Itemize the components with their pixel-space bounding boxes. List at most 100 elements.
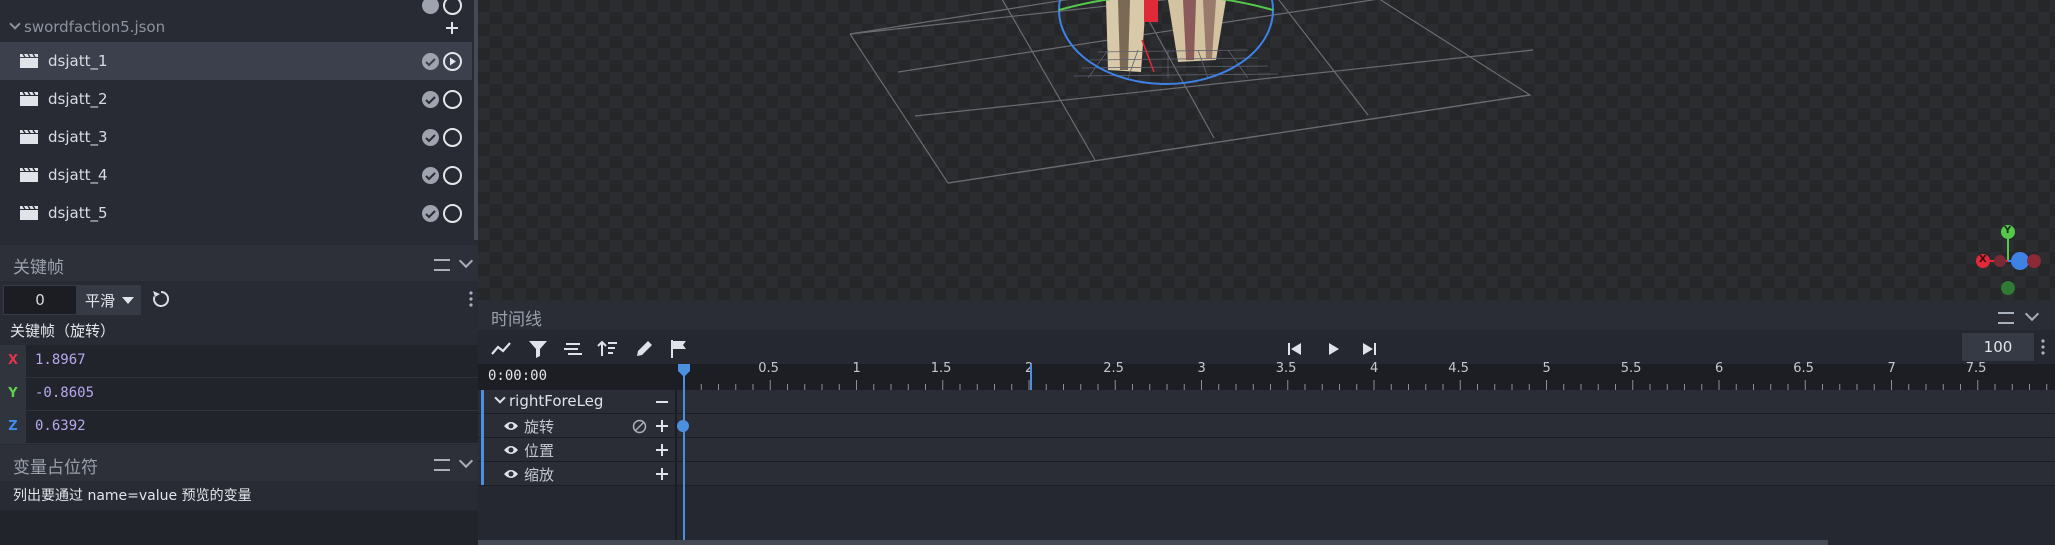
ruler-label: 1.5 — [930, 361, 952, 376]
viewport-scene — [478, 0, 2055, 300]
animation-file-name: swordfaction5.json — [24, 18, 166, 36]
ruler-label: 4.5 — [1448, 361, 1469, 376]
filter-icon[interactable] — [527, 338, 549, 360]
keyframe-marker[interactable] — [677, 420, 689, 432]
check-icon[interactable] — [422, 53, 439, 70]
playhead-line — [683, 366, 685, 545]
clapperboard-icon — [20, 54, 38, 68]
eye-icon[interactable] — [503, 420, 519, 432]
keyframe-panel-title: 关键帧 — [13, 258, 64, 278]
collapse-chevron-icon[interactable] — [458, 253, 474, 269]
play-toggle-icon[interactable] — [443, 166, 462, 185]
animation-row[interactable]: dsjatt_5 — [0, 194, 472, 232]
ruler-label: 2.5 — [1103, 361, 1124, 376]
bone-track-row[interactable]: rightForeLeg — [478, 390, 2055, 414]
check-icon[interactable] — [422, 91, 439, 108]
check-icon[interactable] — [422, 129, 439, 146]
reset-icon[interactable] — [151, 289, 171, 309]
play-toggle-icon[interactable] — [443, 0, 462, 15]
axis-value-y[interactable]: -0.8605 — [35, 385, 94, 401]
animation-file-header[interactable]: swordfaction5.json — [0, 14, 472, 42]
left-panel: swordfaction5.json dsjatt_1 dsjatt_2 dsj… — [0, 0, 478, 545]
variables-description: 列出要通过 name=value 预览的变量 — [13, 488, 252, 504]
ruler-label: 5 — [1542, 361, 1551, 376]
animation-name: dsjatt_1 — [48, 52, 108, 70]
interpolation-value: 平滑 — [85, 292, 116, 310]
animation-name: dsjatt_2 — [48, 90, 108, 108]
check-icon[interactable] — [422, 0, 439, 14]
add-keyframe-icon[interactable] — [656, 468, 668, 480]
track-header-divider[interactable] — [675, 364, 677, 545]
axis-label-x: X — [0, 345, 26, 377]
add-keyframe-icon[interactable] — [656, 444, 668, 456]
flag-icon[interactable] — [668, 338, 690, 360]
animation-row[interactable]: dsjatt_4 — [0, 156, 472, 194]
collapse-bone-icon[interactable] — [656, 401, 668, 403]
graph-editor-icon[interactable] — [490, 338, 512, 360]
more-options-icon[interactable] — [2041, 339, 2045, 355]
animation-name: dsjatt_4 — [48, 166, 108, 184]
collapse-chevron-icon[interactable] — [2024, 306, 2040, 322]
add-keyframe-icon[interactable] — [656, 420, 668, 432]
channel-row-position[interactable]: 位置 — [478, 438, 2055, 462]
play-icon[interactable] — [1322, 338, 1344, 360]
variables-panel-header[interactable]: 变量占位符 — [0, 445, 478, 481]
variables-panel-title: 变量占位符 — [13, 458, 98, 478]
axis-value-x[interactable]: 1.8967 — [35, 352, 86, 368]
ruler-ticks — [683, 380, 2048, 390]
dropdown-arrow-icon — [122, 297, 134, 304]
axis-row-y[interactable]: Y -0.8605 — [0, 378, 478, 411]
interpolation-select[interactable]: 平滑 — [77, 285, 141, 315]
3d-viewport[interactable]: Y X — [478, 0, 2055, 300]
skip-back-icon[interactable] — [1284, 338, 1306, 360]
lock-off-icon[interactable] — [632, 419, 647, 434]
channel-row-scale[interactable]: 缩放 — [478, 462, 2055, 486]
ruler-label: 7.5 — [1965, 361, 1987, 376]
chevron-down-icon[interactable] — [494, 392, 506, 404]
chevron-down-icon[interactable] — [9, 18, 21, 30]
play-toggle-icon[interactable] — [443, 128, 462, 147]
ruler-label: 1 — [852, 361, 861, 376]
variables-input[interactable] — [0, 510, 478, 545]
playing-indicator-icon[interactable] — [443, 52, 462, 71]
collapse-chevron-icon[interactable] — [458, 453, 474, 469]
animation-row[interactable]: dsjatt_2 — [0, 80, 472, 118]
bone-name: rightForeLeg — [509, 392, 604, 410]
axis-value-z[interactable]: 0.6392 — [35, 418, 86, 434]
clapperboard-icon — [20, 206, 38, 220]
align-icon[interactable] — [562, 338, 584, 360]
animation-row[interactable]: dsjatt_3 — [0, 118, 472, 156]
timeline-header: 时间线 — [478, 300, 2055, 330]
eye-icon[interactable] — [503, 444, 519, 456]
skip-forward-icon[interactable] — [1358, 338, 1380, 360]
sort-icon[interactable] — [597, 338, 619, 360]
ruler-label: 0.5 — [758, 361, 779, 376]
keyframe-panel-header[interactable]: 关键帧 — [0, 245, 478, 281]
play-toggle-icon[interactable] — [443, 204, 462, 223]
channel-row-rotation[interactable]: 旋转 — [478, 414, 2055, 438]
axis-row-x[interactable]: X 1.8967 — [0, 345, 478, 378]
eye-icon[interactable] — [503, 468, 519, 480]
timeline-title: 时间线 — [491, 310, 542, 330]
add-animation-icon[interactable] — [446, 22, 458, 34]
panel-menu-icon[interactable] — [1998, 312, 2014, 324]
more-options-icon[interactable] — [469, 291, 473, 307]
playhead-handle[interactable] — [677, 364, 691, 378]
panel-menu-icon[interactable] — [434, 459, 450, 471]
play-toggle-icon[interactable] — [443, 90, 462, 109]
keyframe-time-input[interactable]: 0 — [3, 285, 77, 315]
axis-label-z: Z — [0, 411, 26, 443]
panel-menu-icon[interactable] — [434, 259, 450, 271]
animation-row[interactable]: dsjatt_1 — [0, 42, 472, 80]
pencil-icon[interactable] — [633, 338, 655, 360]
keyframe-channel-label: 关键帧（旋转） — [10, 322, 116, 340]
timeline-scrollbar[interactable] — [478, 540, 1828, 545]
timeline-zoom-input[interactable]: 100 — [1962, 333, 2034, 361]
channel-name: 位置 — [524, 442, 555, 460]
axis-row-z[interactable]: Z 0.6392 — [0, 411, 478, 444]
gizmo-y-label: Y — [2004, 225, 2012, 236]
check-icon[interactable] — [422, 167, 439, 184]
check-icon[interactable] — [422, 205, 439, 222]
selection-accent — [481, 390, 484, 485]
loop-end-marker[interactable] — [1030, 364, 1032, 390]
